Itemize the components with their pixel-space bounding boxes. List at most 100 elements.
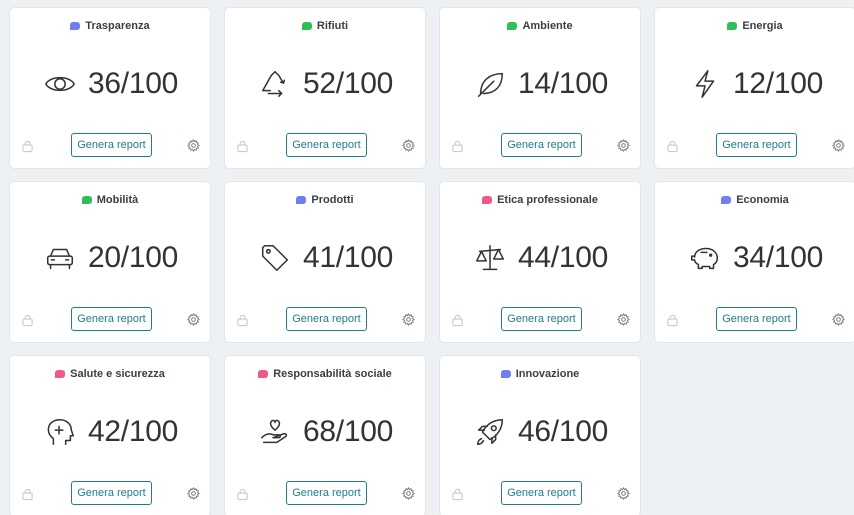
generate-report-button[interactable]: Genera report — [286, 481, 367, 505]
lock-icon[interactable] — [666, 313, 679, 327]
category-tag: Economia — [655, 194, 854, 206]
generate-report-button[interactable]: Genera report — [501, 307, 582, 331]
score-value: 34/100 — [733, 241, 823, 274]
category-label: Ambiente — [522, 20, 573, 32]
generate-report-button[interactable]: Genera report — [716, 307, 797, 331]
category-tag: Energia — [655, 20, 854, 32]
generate-report-button[interactable]: Genera report — [501, 481, 582, 505]
car-icon — [42, 240, 78, 276]
gear-icon[interactable] — [401, 138, 416, 153]
scale-icon — [472, 240, 508, 276]
category-label: Salute e sicurezza — [70, 368, 165, 380]
category-color-dot — [727, 22, 738, 30]
category-color-dot — [721, 196, 732, 204]
category-color-dot — [507, 22, 518, 30]
category-tag: Rifiuti — [225, 20, 425, 32]
generate-report-button[interactable]: Genera report — [501, 133, 582, 157]
category-label: Etica professionale — [497, 194, 598, 206]
gear-icon[interactable] — [831, 312, 846, 327]
lock-icon[interactable] — [21, 487, 34, 501]
category-label: Prodotti — [311, 194, 354, 206]
category-card: Rifiuti 52/100 Genera report — [224, 7, 426, 169]
lock-icon[interactable] — [451, 313, 464, 327]
category-color-dot — [81, 196, 92, 204]
lock-icon[interactable] — [451, 487, 464, 501]
lock-icon[interactable] — [236, 487, 249, 501]
generate-report-button[interactable]: Genera report — [71, 307, 152, 331]
category-color-dot — [301, 22, 312, 30]
gear-icon[interactable] — [401, 312, 416, 327]
recycle-icon — [257, 66, 293, 102]
category-color-dot — [296, 196, 307, 204]
score-row: 52/100 — [225, 66, 425, 102]
category-label: Energia — [742, 20, 783, 32]
rocket-icon — [472, 414, 508, 450]
score-value: 44/100 — [518, 241, 608, 274]
category-tag: Innovazione — [440, 368, 640, 380]
category-label: Responsabilità sociale — [273, 368, 392, 380]
lock-icon[interactable] — [21, 313, 34, 327]
category-card: Salute e sicurezza 42/100 Genera report — [9, 355, 211, 515]
lock-icon[interactable] — [21, 139, 34, 153]
score-value: 46/100 — [518, 415, 608, 448]
category-color-dot — [258, 370, 269, 378]
generate-report-button[interactable]: Genera report — [716, 133, 797, 157]
gear-icon[interactable] — [616, 486, 631, 501]
category-card: Etica professionale 44/100 Genera report — [439, 181, 641, 343]
head-health-icon — [42, 414, 78, 450]
category-color-dot — [55, 370, 66, 378]
category-tag: Trasparenza — [10, 20, 210, 32]
piggy-bank-icon — [687, 240, 723, 276]
score-value: 20/100 — [88, 241, 178, 274]
category-label: Economia — [736, 194, 789, 206]
score-row: 36/100 — [10, 66, 210, 102]
category-tag: Prodotti — [225, 194, 425, 206]
gear-icon[interactable] — [186, 312, 201, 327]
lock-icon[interactable] — [666, 139, 679, 153]
category-card: Trasparenza 36/100 Genera report — [9, 7, 211, 169]
category-card: Energia 12/100 Genera report — [654, 7, 854, 169]
leaf-icon — [472, 66, 508, 102]
lock-icon[interactable] — [236, 139, 249, 153]
score-value: 14/100 — [518, 67, 608, 100]
tag-icon — [257, 240, 293, 276]
category-tag: Mobilità — [10, 194, 210, 206]
generate-report-button[interactable]: Genera report — [286, 307, 367, 331]
score-row: 42/100 — [10, 414, 210, 450]
score-row: 46/100 — [440, 414, 640, 450]
category-color-dot — [70, 22, 81, 30]
category-card: Mobilità 20/100 Genera report — [9, 181, 211, 343]
score-value: 42/100 — [88, 415, 178, 448]
category-tag: Etica professionale — [440, 194, 640, 206]
lock-icon[interactable] — [451, 139, 464, 153]
gear-icon[interactable] — [616, 312, 631, 327]
category-color-dot — [482, 196, 493, 204]
gear-icon[interactable] — [401, 486, 416, 501]
generate-report-button[interactable]: Genera report — [71, 133, 152, 157]
score-value: 12/100 — [733, 67, 823, 100]
category-card: Ambiente 14/100 Genera report — [439, 7, 641, 169]
hand-heart-icon — [257, 414, 293, 450]
lock-icon[interactable] — [236, 313, 249, 327]
eye-icon — [42, 66, 78, 102]
score-row: 20/100 — [10, 240, 210, 276]
score-value: 68/100 — [303, 415, 393, 448]
generate-report-button[interactable]: Genera report — [286, 133, 367, 157]
lightning-icon — [687, 66, 723, 102]
category-card: Responsabilità sociale 68/100 Genera rep… — [224, 355, 426, 515]
category-label: Mobilità — [96, 194, 139, 206]
gear-icon[interactable] — [831, 138, 846, 153]
gear-icon[interactable] — [186, 486, 201, 501]
gear-icon[interactable] — [616, 138, 631, 153]
category-card: Prodotti 41/100 Genera report — [224, 181, 426, 343]
score-row: 14/100 — [440, 66, 640, 102]
category-label: Innovazione — [515, 368, 580, 380]
category-color-dot — [500, 370, 511, 378]
score-row: 68/100 — [225, 414, 425, 450]
category-tag: Salute e sicurezza — [10, 368, 210, 380]
category-tag: Responsabilità sociale — [225, 368, 425, 380]
gear-icon[interactable] — [186, 138, 201, 153]
score-value: 41/100 — [303, 241, 393, 274]
score-value: 52/100 — [303, 67, 393, 100]
generate-report-button[interactable]: Genera report — [71, 481, 152, 505]
